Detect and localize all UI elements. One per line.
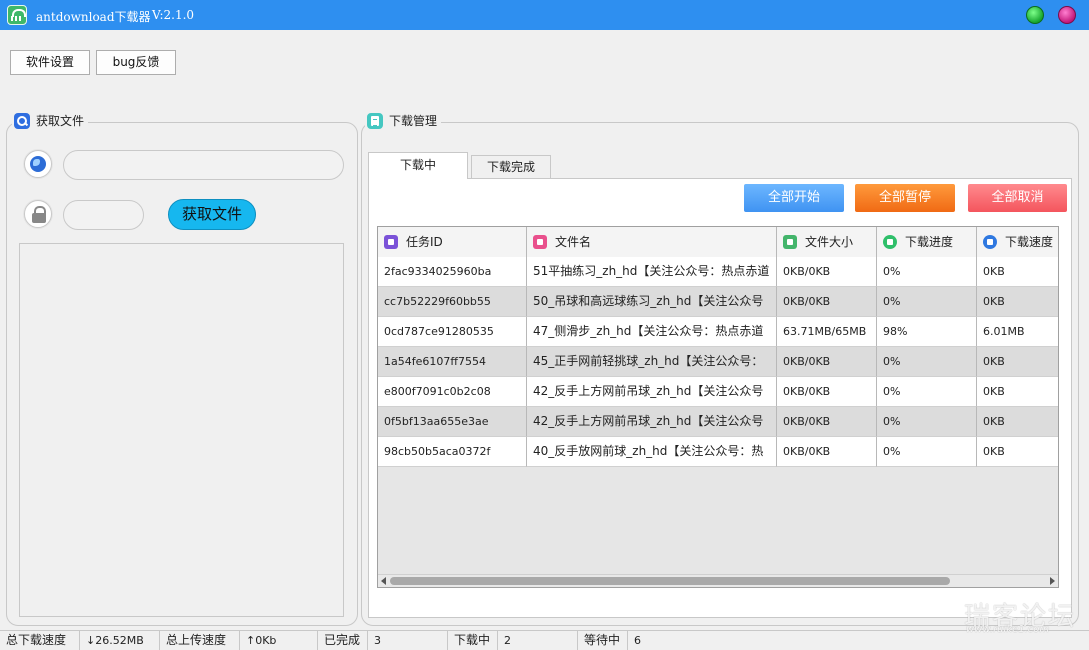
table-row[interactable]: 0cd787ce91280535 47_侧滑步_zh_hd【关注公众号：热点赤道…	[378, 317, 1058, 347]
progress-cell: 0%	[877, 377, 977, 407]
file-name-cell: 47_侧滑步_zh_hd【关注公众号：热点赤道	[527, 317, 777, 347]
task-id-cell: cc7b52229f60bb55	[378, 287, 527, 317]
task-id-cell: 1a54fe6107ff7554	[378, 347, 527, 377]
extract-code-input[interactable]	[63, 200, 144, 230]
file-icon	[533, 234, 547, 249]
speed-cell: 0KB	[977, 377, 1058, 407]
file-size-cell: 0KB/0KB	[777, 407, 877, 437]
task-id-cell: 2fac9334025960ba	[378, 257, 527, 287]
file-list[interactable]	[19, 243, 344, 617]
downloading-count: 2	[498, 631, 578, 650]
column-header-task-id[interactable]: 任务ID	[378, 227, 527, 258]
speed-cell: 0KB	[977, 257, 1058, 287]
minimize-button[interactable]	[1026, 6, 1044, 24]
table-row[interactable]: 1a54fe6107ff7554 45_正手网前轻挑球_zh_hd【关注公众号：…	[378, 347, 1058, 377]
speed-cell: 6.01MB	[977, 317, 1058, 347]
clipboard-icon	[367, 112, 383, 129]
speed-cell: 0KB	[977, 287, 1058, 317]
table-row[interactable]: 98cb50b5aca0372f 40_反手放网前球_zh_hd【关注公众号：热…	[378, 437, 1058, 467]
search-icon	[14, 112, 30, 129]
table-row[interactable]: cc7b52229f60bb55 50_吊球和高远球练习_zh_hd【关注公众号…	[378, 287, 1058, 317]
file-size-cell: 0KB/0KB	[777, 377, 877, 407]
fetch-file-button[interactable]: 获取文件	[168, 199, 256, 230]
file-size-cell: 0KB/0KB	[777, 437, 877, 467]
downloading-label: 下载中	[448, 631, 498, 650]
speed-cell: 0KB	[977, 407, 1058, 437]
file-size-cell: 0KB/0KB	[777, 257, 877, 287]
column-header-file-size[interactable]: 文件大小	[777, 227, 877, 258]
title-bar: antdownload下载器 V:2.1.0	[0, 0, 1089, 30]
bug-feedback-button[interactable]: bug反馈	[96, 50, 176, 75]
download-manager-group-title: 下载管理	[365, 111, 442, 131]
table-row[interactable]: 0f5bf13aa655e3ae 42_反手上方网前吊球_zh_hd【关注公众号…	[378, 407, 1058, 437]
progress-cell: 0%	[877, 407, 977, 437]
app-title: antdownload下载器	[36, 10, 151, 24]
task-id-cell: 0f5bf13aa655e3ae	[378, 407, 527, 437]
edit-icon	[384, 234, 398, 249]
speed-cell: 0KB	[977, 347, 1058, 377]
file-name-cell: 45_正手网前轻挑球_zh_hd【关注公众号：	[527, 347, 777, 377]
task-id-cell: 98cb50b5aca0372f	[378, 437, 527, 467]
horizontal-scrollbar[interactable]	[378, 574, 1058, 587]
watermark-url: www.ruike1.com	[966, 624, 1050, 635]
progress-cell: 0%	[877, 347, 977, 377]
fetch-file-title-label: 获取文件	[36, 114, 85, 128]
completed-label: 已完成	[318, 631, 368, 650]
globe-icon	[24, 150, 52, 178]
settings-button[interactable]: 软件设置	[10, 50, 90, 75]
task-id-cell: 0cd787ce91280535	[378, 317, 527, 347]
completed-count: 3	[368, 631, 448, 650]
table-header: 任务ID 文件名 文件大小 下载进度 下载速度	[378, 227, 1058, 258]
close-button[interactable]	[1058, 6, 1076, 24]
file-name-cell: 42_反手上方网前吊球_zh_hd【关注公众号	[527, 377, 777, 407]
upload-speed-value: ↑0Kb	[240, 631, 318, 650]
tab-downloading[interactable]: 下载中	[368, 152, 468, 179]
file-name-cell: 50_吊球和高远球练习_zh_hd【关注公众号	[527, 287, 777, 317]
fetch-file-group-title: 获取文件	[12, 111, 89, 131]
column-header-file-name[interactable]: 文件名	[527, 227, 777, 258]
scroll-left-icon[interactable]	[381, 577, 386, 585]
file-size-cell: 0KB/0KB	[777, 287, 877, 317]
file-name-cell: 40_反手放网前球_zh_hd【关注公众号：热	[527, 437, 777, 467]
status-bar: 总下载速度 ↓26.52MB 总上传速度 ↑0Kb 已完成 3 下载中 2 等待…	[0, 630, 1089, 650]
tab-completed[interactable]: 下载完成	[471, 155, 551, 179]
pause-all-button[interactable]: 全部暂停	[855, 184, 955, 212]
download-speed-value: ↓26.52MB	[80, 631, 160, 650]
progress-cell: 98%	[877, 317, 977, 347]
lock-icon	[24, 200, 52, 228]
task-id-cell: e800f7091c0b2c08	[378, 377, 527, 407]
cancel-all-button[interactable]: 全部取消	[968, 184, 1067, 212]
column-header-speed[interactable]: 下载速度	[977, 227, 1058, 258]
speed-cell: 0KB	[977, 437, 1058, 467]
waiting-label: 等待中	[578, 631, 628, 650]
file-name-cell: 51平抽练习_zh_hd【关注公众号：热点赤道	[527, 257, 777, 287]
scroll-right-icon[interactable]	[1050, 577, 1055, 585]
column-header-progress[interactable]: 下载进度	[877, 227, 977, 258]
storage-icon	[783, 234, 797, 249]
scrollbar-thumb[interactable]	[390, 577, 950, 585]
progress-cell: 0%	[877, 257, 977, 287]
file-size-cell: 63.71MB/65MB	[777, 317, 877, 347]
download-table[interactable]: 任务ID 文件名 文件大小 下载进度 下载速度 2fac9334025960ba…	[377, 226, 1059, 588]
check-icon	[883, 234, 897, 249]
download-speed-label: 总下载速度	[0, 631, 80, 650]
file-size-cell: 0KB/0KB	[777, 347, 877, 377]
upload-speed-label: 总上传速度	[160, 631, 240, 650]
download-manager-title-label: 下载管理	[389, 114, 438, 128]
app-version: V:2.1.0	[152, 8, 195, 22]
waiting-count: 6	[634, 634, 641, 647]
progress-cell: 0%	[877, 437, 977, 467]
start-all-button[interactable]: 全部开始	[744, 184, 844, 212]
table-row[interactable]: e800f7091c0b2c08 42_反手上方网前吊球_zh_hd【关注公众号…	[378, 377, 1058, 407]
file-name-cell: 42_反手上方网前吊球_zh_hd【关注公众号	[527, 407, 777, 437]
table-row[interactable]: 2fac9334025960ba 51平抽练习_zh_hd【关注公众号：热点赤道…	[378, 257, 1058, 287]
globe-icon	[983, 234, 997, 249]
url-input[interactable]	[63, 150, 344, 180]
progress-cell: 0%	[877, 287, 977, 317]
app-logo-icon	[7, 5, 27, 25]
